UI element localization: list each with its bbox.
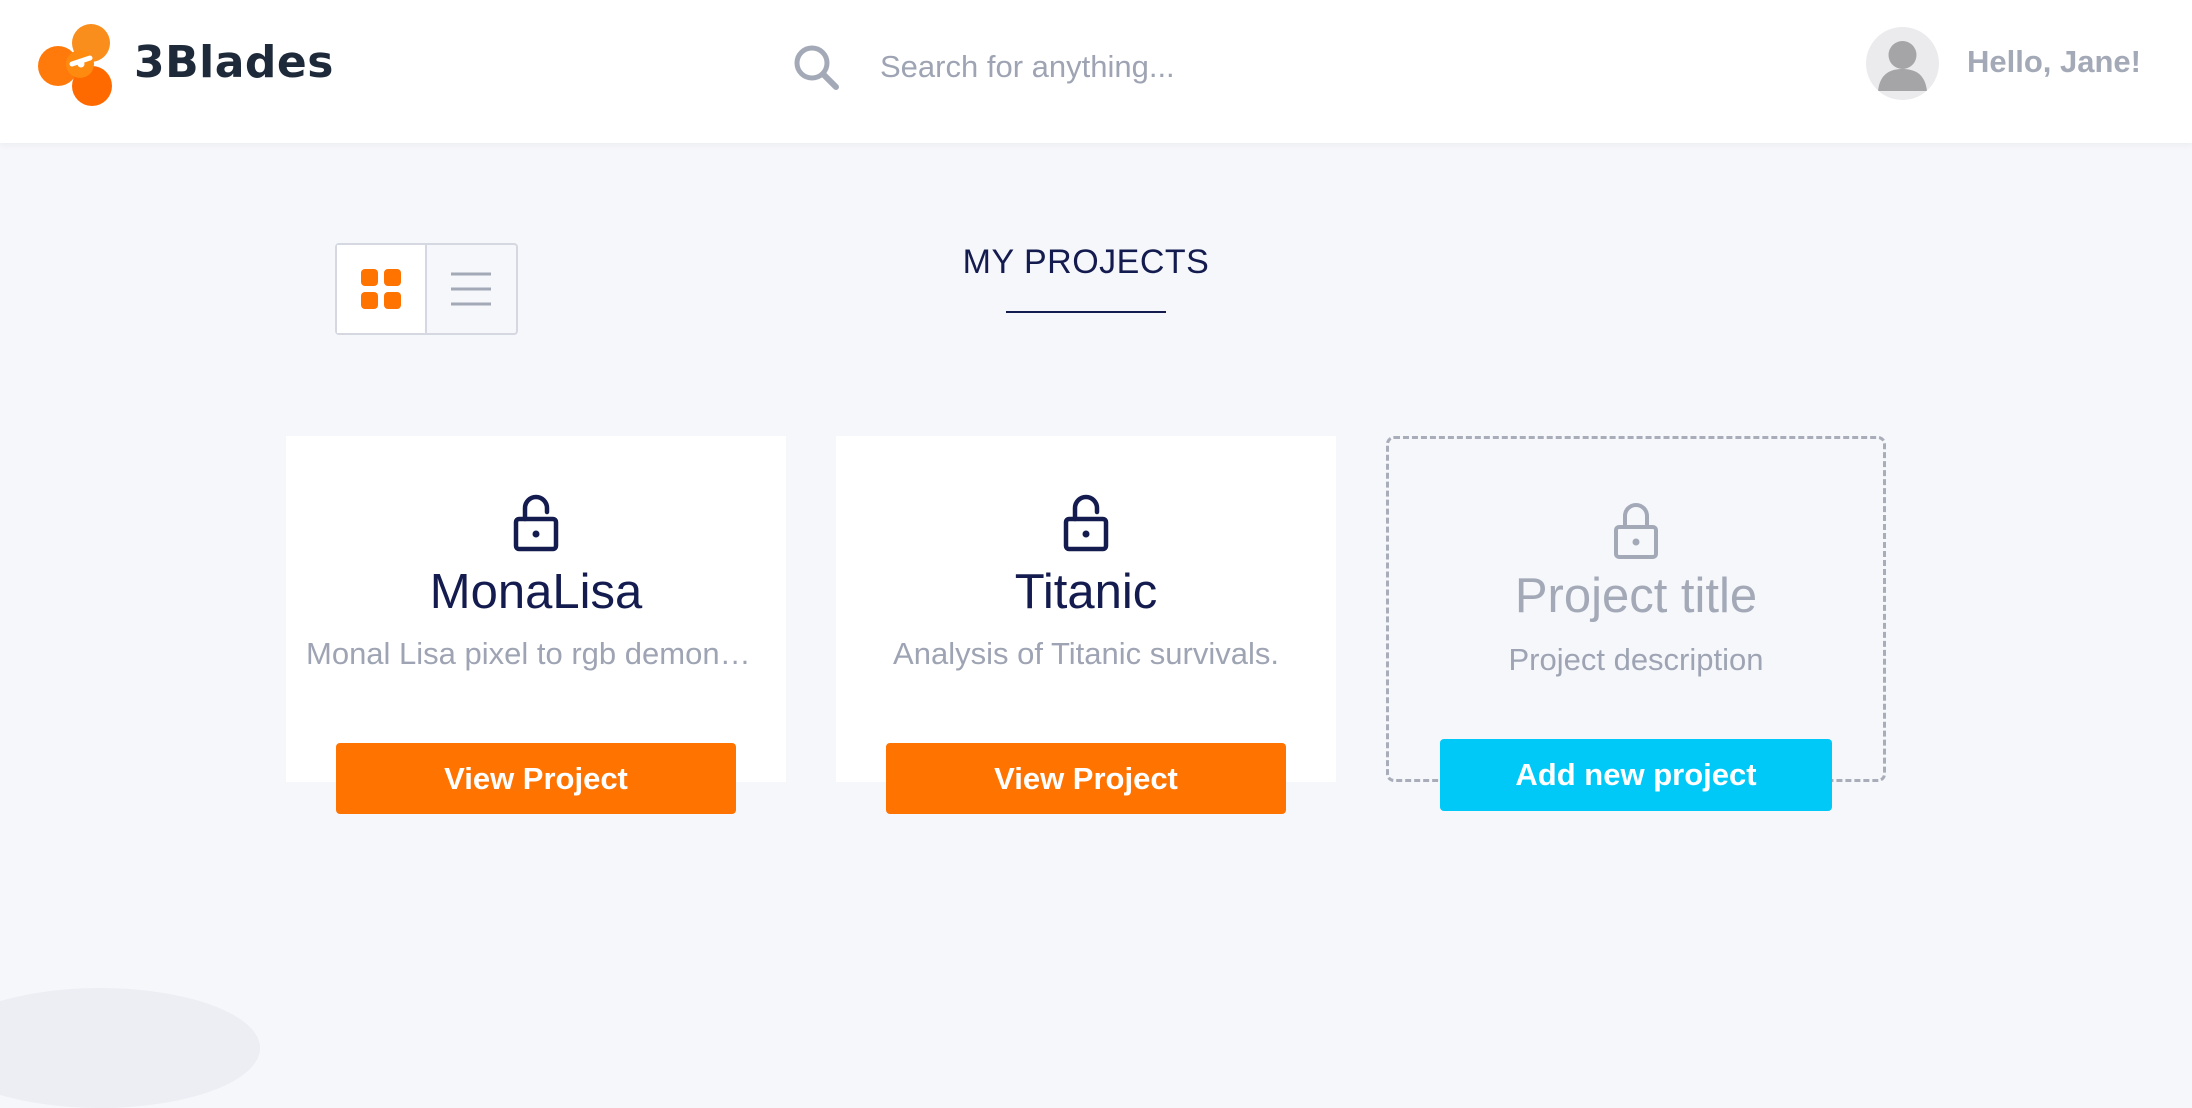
grid-view-button[interactable] [337,245,427,333]
project-card-monalisa: MonaLisa Monal Lisa pixel to rgb demonst… [286,436,786,782]
user-avatar-icon[interactable] [1866,27,1939,100]
list-view-button[interactable] [427,245,517,333]
page-title: MY PROJECTS [962,243,1210,281]
view-toggle [335,243,518,335]
add-new-project-button[interactable]: Add new project [1440,739,1832,811]
brand-name[interactable]: 3Blades [134,33,334,93]
background-decoration [0,988,260,1108]
project-description: Analysis of Titanic survivals. [893,636,1279,671]
list-view-icon [451,272,492,306]
top-bar: 3Blades Hello, Jane! [0,0,2192,143]
search-input[interactable] [880,40,1500,94]
logo-icon[interactable] [34,18,126,110]
project-card-titanic: Titanic Analysis of Titanic survivals. [836,436,1336,782]
new-project-description-placeholder: Project description [1508,642,1764,677]
project-description: Monal Lisa pixel to rgb demonstration [306,636,766,671]
lock-icon [1614,503,1658,559]
unlocked-icon [1063,494,1109,552]
project-title: Titanic [1014,565,1158,619]
new-project-title-placeholder: Project title [1514,569,1758,623]
user-greeting[interactable]: Hello, Jane! [1967,42,2167,82]
project-title: MonaLisa [429,565,643,619]
view-project-button[interactable]: View Project [886,743,1286,814]
search-icon[interactable] [791,42,841,92]
title-underline [1006,311,1166,313]
grid-view-icon [360,269,401,309]
unlocked-icon [513,494,559,552]
new-project-card[interactable]: Project title Project description [1386,436,1886,782]
view-project-button[interactable]: View Project [336,743,736,814]
